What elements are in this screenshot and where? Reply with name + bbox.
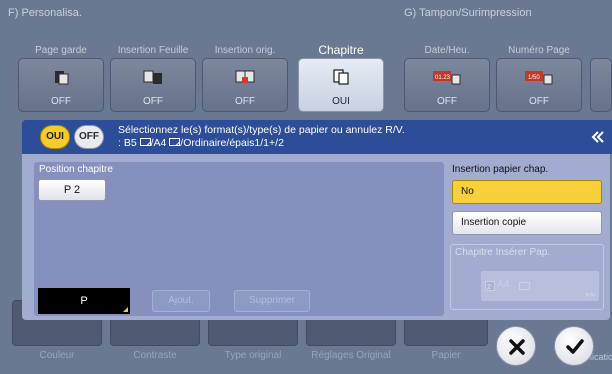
add-button[interactable]: Ajout.: [152, 290, 210, 312]
double-arrow-icon: ▸▸: [585, 289, 595, 299]
tab-label-insertion-orig: Insertion orig.: [214, 45, 276, 56]
tab-state: OUI: [332, 96, 350, 107]
paper-warning-dialog: OUI OFF Sélectionnez le(s) format(s)/typ…: [22, 120, 612, 320]
tab-label-page-garde: Page garde: [35, 45, 87, 56]
check-icon: [566, 339, 584, 354]
insertion-paper-title: Insertion papier chap.: [452, 164, 549, 175]
bottom-label-type-original: Type original: [224, 350, 282, 361]
dialog-header: OUI OFF Sélectionnez le(s) format(s)/typ…: [22, 120, 612, 154]
chapter-insert-paper-selector[interactable]: 2 A4 ▸▸: [481, 271, 599, 301]
message-line-1: Sélectionnez le(s) format(s)/type(s) de …: [118, 124, 405, 136]
close-x-icon: [509, 339, 525, 355]
paper-landscape-icon: [169, 138, 181, 146]
chapter-page-p2-button[interactable]: P 2: [38, 179, 106, 201]
message-line-2: : B5 /A4 /Ordinaire/épais1/1+/2: [118, 137, 405, 150]
date-heure-icon: 01.23: [433, 71, 461, 85]
chapitre-icon: [333, 69, 349, 85]
tab-insertion-feuille[interactable]: OFF: [110, 58, 196, 112]
group-header-personalisation: F) Personalisa.: [8, 7, 82, 19]
group-header-tampon: G) Tampon/Surimpression: [404, 7, 532, 19]
option-insertion-copie-button[interactable]: Insertion copie: [452, 211, 602, 235]
collapse-arrow-icon[interactable]: [584, 120, 612, 154]
tab-page-garde[interactable]: OFF: [18, 58, 104, 112]
tab-state: OFF: [143, 96, 163, 107]
option-no-button[interactable]: No: [452, 180, 602, 204]
tray-icon: 2: [485, 281, 495, 291]
bottom-label-reglages-original: Réglages Original: [311, 350, 391, 361]
oui-toggle-button[interactable]: OUI: [40, 125, 70, 149]
page-icon-text: 1/50: [528, 75, 540, 81]
tab-chapitre[interactable]: OUI: [298, 58, 384, 112]
chapter-position-panel: Position chapitre P 2 P Ajout. Supprimer: [34, 162, 444, 316]
tab-state: OFF: [51, 96, 71, 107]
tab-label-numero-page: Numéro Page: [508, 45, 570, 56]
tab-label-chapitre: Chapitre: [318, 43, 364, 57]
tab-label-date-heure: Date/Heu.: [424, 45, 470, 56]
dialog-body: Position chapitre P 2 P Ajout. Supprimer…: [22, 154, 610, 320]
tab-date-heure[interactable]: 01.23 OFF: [404, 58, 490, 112]
numero-page-icon: 1/50: [525, 71, 553, 85]
tab-state: OFF: [235, 96, 255, 107]
tab-insertion-orig[interactable]: OFF: [202, 58, 288, 112]
insertion-orig-icon: [235, 70, 255, 83]
paper-landscape-icon: [519, 282, 530, 290]
paper-landscape-icon: [139, 138, 151, 146]
dialog-message: Sélectionnez le(s) format(s)/type(s) de …: [118, 124, 405, 150]
tab-numero-page[interactable]: 1/50 OFF: [496, 58, 582, 112]
chapter-insert-paper-value: A4: [497, 279, 510, 290]
delete-button[interactable]: Supprimer: [234, 290, 310, 312]
bottom-label-contraste: Contraste: [133, 350, 177, 361]
bottom-label-papier: Papier: [431, 350, 461, 361]
page-number-input[interactable]: P: [38, 288, 130, 314]
message-size-b5: : B5: [118, 137, 137, 149]
chapter-position-title: Position chapitre: [39, 164, 113, 175]
ok-button[interactable]: [554, 326, 594, 366]
tab-next-partial[interactable]: [590, 58, 612, 112]
chapter-insert-paper-title: Chapitre Insérer Pap.: [455, 247, 551, 258]
message-size-a4: /A4: [150, 137, 167, 149]
page-garde-icon: [55, 71, 69, 85]
svg-text:2: 2: [487, 284, 491, 291]
bottom-label-couleur: Couleur: [39, 350, 75, 361]
date-icon-text: 01.23: [435, 75, 451, 81]
tab-state: OFF: [529, 96, 549, 107]
insertion-feuille-icon: [143, 70, 162, 84]
cancel-button[interactable]: [496, 326, 536, 366]
chapter-insert-paper-box: Chapitre Insérer Pap. 2 A4 ▸▸: [450, 244, 604, 310]
tab-label-insertion-feuille: Insertion Feuille: [117, 45, 189, 56]
message-paper-type: /Ordinaire/épais1/1+/2: [180, 137, 284, 149]
tab-state: OFF: [437, 96, 457, 107]
insertion-paper-panel: Insertion papier chap. No Insertion copi…: [450, 162, 610, 316]
off-toggle-button[interactable]: OFF: [74, 125, 104, 149]
